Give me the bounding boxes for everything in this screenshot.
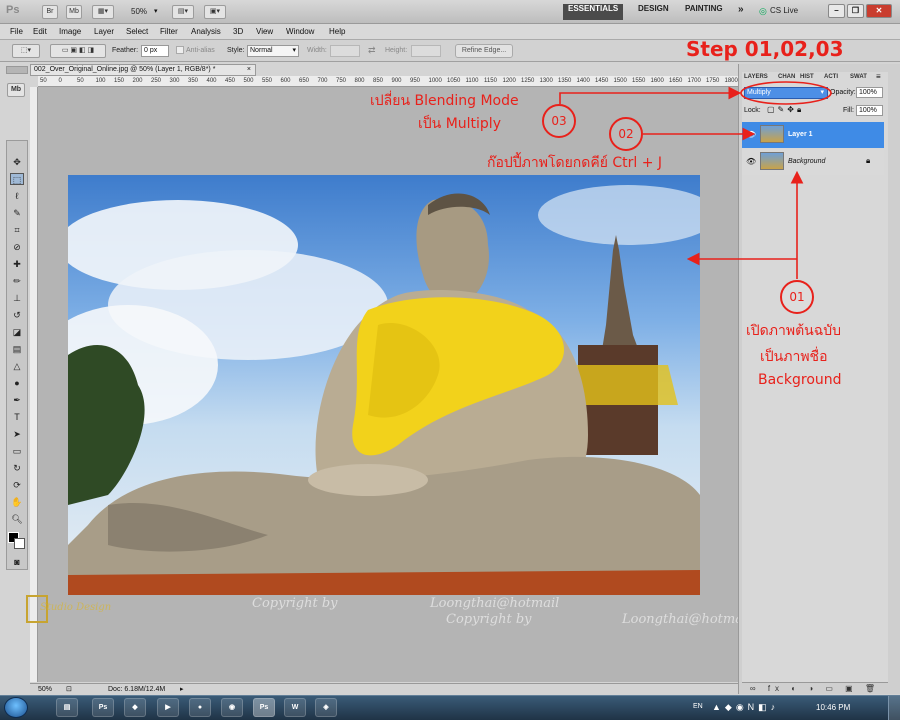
clock[interactable]: 10:46 PM xyxy=(816,703,850,712)
arrow-to-blend-mode xyxy=(559,86,742,104)
language-indicator[interactable]: EN xyxy=(693,703,703,710)
firefox-taskbar-icon[interactable]: ● xyxy=(189,698,211,717)
word-taskbar-icon[interactable]: W xyxy=(284,698,306,717)
annotation-arrows xyxy=(559,81,832,279)
app-taskbar-icon[interactable]: ◆ xyxy=(124,698,146,717)
start-button[interactable] xyxy=(4,697,28,718)
chrome-taskbar-icon[interactable]: ◉ xyxy=(221,698,243,717)
show-desktop-button[interactable] xyxy=(888,696,900,720)
explorer-taskbar-icon[interactable]: ▤ xyxy=(56,698,78,717)
blend-highlight-ellipse xyxy=(740,81,832,105)
media-taskbar-icon[interactable]: ▶ xyxy=(157,698,179,717)
app2-taskbar-icon[interactable]: ◈ xyxy=(315,698,337,717)
photoshop-taskbar-icon-1[interactable]: Ps xyxy=(92,698,114,717)
tray-icons[interactable]: ▲◆◉N◧♪ xyxy=(712,702,779,713)
photoshop-taskbar-icon-2[interactable]: Ps xyxy=(253,698,275,717)
